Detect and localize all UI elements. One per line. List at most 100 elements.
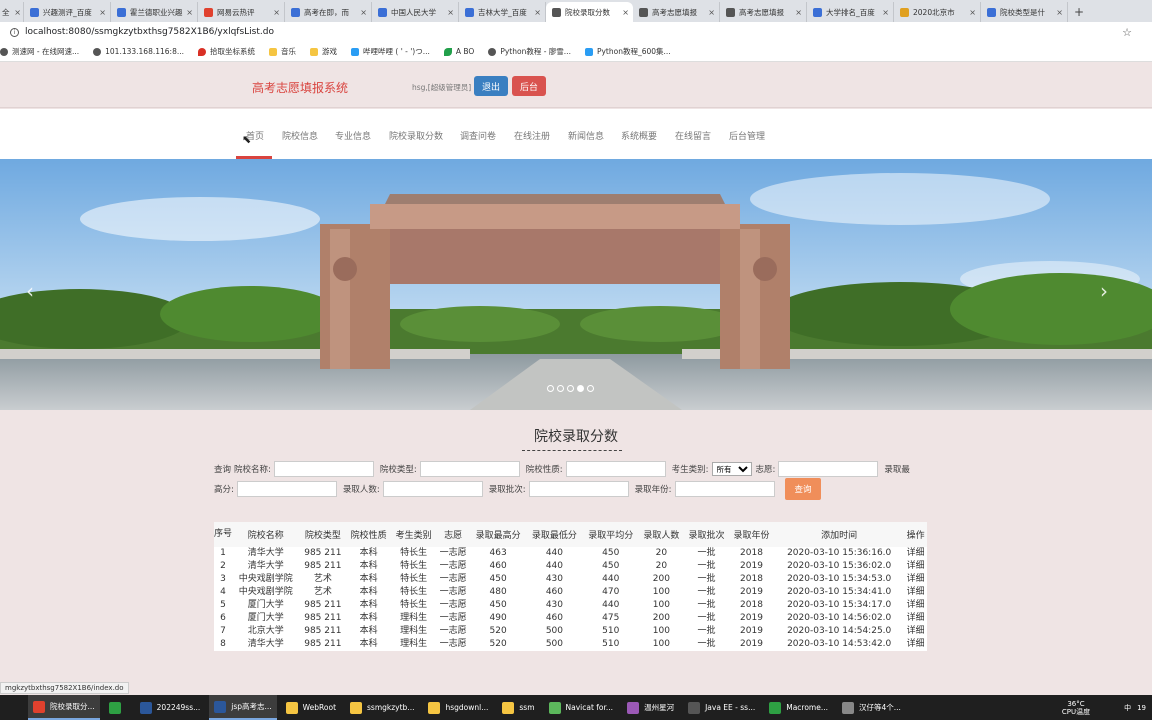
detail-link[interactable]: 详细 bbox=[904, 599, 927, 612]
tab-close-icon[interactable]: × bbox=[708, 8, 715, 17]
search-button[interactable]: 查询 bbox=[785, 478, 821, 500]
carousel-prev-arrow-icon[interactable]: ‹ bbox=[26, 279, 34, 303]
bookmark-item[interactable]: Python教程_600集... bbox=[584, 46, 671, 57]
bookmark-item[interactable]: 101.133.168.116:8... bbox=[93, 47, 184, 56]
taskbar-app[interactable]: ssmgkzytb... bbox=[345, 695, 419, 720]
admission-count-input[interactable] bbox=[382, 481, 483, 497]
table-cell: 450 bbox=[602, 548, 620, 558]
bookmark-item[interactable]: A BO bbox=[443, 47, 474, 56]
school-name-input[interactable] bbox=[273, 461, 374, 477]
detail-link[interactable]: 详细 bbox=[904, 547, 927, 560]
bookmark-star-icon[interactable]: ☆ bbox=[1122, 26, 1132, 39]
nav-item-backend[interactable]: 后台管理 bbox=[729, 129, 765, 142]
student-type-select[interactable]: 所有 bbox=[711, 462, 752, 476]
carousel-dot[interactable] bbox=[547, 385, 554, 392]
carousel-dot[interactable] bbox=[577, 385, 584, 392]
browser-tab[interactable]: 吉林大学_百度 × bbox=[459, 2, 546, 22]
nav-item-overview[interactable]: 系统概要 bbox=[621, 129, 657, 142]
input-language[interactable]: 中 bbox=[1124, 703, 1131, 713]
detail-link[interactable]: 详细 bbox=[904, 625, 927, 638]
info-icon[interactable]: i bbox=[10, 27, 19, 37]
admin-button[interactable]: 后台 bbox=[512, 76, 546, 96]
max-score-input[interactable] bbox=[236, 481, 337, 497]
nav-item-survey[interactable]: 调查问卷 bbox=[460, 129, 496, 142]
wish-input[interactable] bbox=[778, 461, 879, 477]
detail-link[interactable]: 详细 bbox=[904, 612, 927, 625]
nav-item-messages[interactable]: 在线留言 bbox=[675, 129, 711, 142]
clock[interactable]: 19 bbox=[1137, 704, 1146, 712]
taskbar-app[interactable]: Java EE - ss... bbox=[683, 695, 760, 720]
browser-tab[interactable]: 全 × bbox=[0, 2, 24, 22]
tab-close-icon[interactable]: × bbox=[447, 8, 454, 17]
tab-close-icon[interactable]: × bbox=[795, 8, 802, 17]
carousel-next-arrow-icon[interactable]: › bbox=[1100, 279, 1108, 303]
tab-close-icon[interactable]: × bbox=[360, 8, 367, 17]
tab-favicon-icon bbox=[552, 7, 561, 17]
tab-close-icon[interactable]: × bbox=[273, 8, 280, 17]
year-input[interactable] bbox=[674, 481, 775, 497]
carousel-dot[interactable] bbox=[557, 385, 564, 392]
browser-tab[interactable]: 2020北京市 × bbox=[894, 2, 981, 22]
detail-link[interactable]: 详细 bbox=[904, 638, 927, 651]
taskbar-app[interactable]: ssm bbox=[497, 695, 539, 720]
bookmark-item[interactable]: 游戏 bbox=[310, 46, 337, 57]
nav-item-schools[interactable]: 院校信息 bbox=[282, 129, 318, 142]
carousel-dot[interactable] bbox=[587, 385, 594, 392]
browser-tab[interactable]: 院校类型是什 × bbox=[981, 2, 1068, 22]
school-nature-input[interactable] bbox=[565, 461, 666, 477]
bookmark-item[interactable]: 拾取坐标系统 bbox=[198, 46, 255, 57]
tab-close-icon[interactable]: × bbox=[14, 8, 21, 17]
globe-icon bbox=[0, 47, 8, 56]
tab-favicon-icon bbox=[204, 7, 213, 17]
bookmark-item[interactable]: Python教程 - 廖雪... bbox=[488, 46, 571, 57]
taskbar-app-label: jsp高考志... bbox=[231, 702, 272, 711]
tab-close-icon[interactable]: × bbox=[622, 8, 629, 17]
taskbar-app[interactable]: Macrome... bbox=[764, 695, 833, 720]
browser-tab[interactable]: 高考在即，而 × bbox=[285, 2, 372, 22]
taskbar-app[interactable]: hsgdownl... bbox=[423, 695, 493, 720]
nav-item-majors[interactable]: 专业信息 bbox=[335, 129, 371, 142]
address-bar[interactable]: i localhost:8080/ssmgkzytbxthsg7582X1B6/… bbox=[0, 22, 1152, 42]
nav-item-register[interactable]: 在线注册 bbox=[514, 129, 550, 142]
bookmark-item[interactable]: 音乐 bbox=[269, 46, 296, 57]
browser-tab[interactable]: 高考志愿填报 × bbox=[633, 2, 720, 22]
table-cell: 艺术 bbox=[313, 587, 332, 597]
nav-item-admission-scores[interactable]: 院校录取分数 bbox=[389, 129, 443, 142]
taskbar-app[interactable]: 院校录取分... bbox=[28, 695, 100, 720]
browser-tab[interactable]: 高考志愿填报 × bbox=[720, 2, 807, 22]
tab-close-icon[interactable]: × bbox=[1056, 8, 1063, 17]
browser-tab[interactable]: 院校录取分数 × bbox=[546, 2, 633, 22]
detail-link[interactable]: 详细 bbox=[904, 586, 927, 599]
new-tab-button[interactable]: + bbox=[1068, 2, 1090, 22]
app-icon bbox=[33, 700, 45, 713]
taskbar-app[interactable]: 汉仔等4个... bbox=[837, 695, 906, 720]
taskbar-app[interactable]: 温州星河 bbox=[622, 695, 679, 720]
tab-close-icon[interactable]: × bbox=[969, 8, 976, 17]
taskbar-app[interactable]: 202249ss... bbox=[135, 695, 206, 720]
bookmark-item[interactable]: 测速网 - 在线网速... bbox=[0, 46, 79, 57]
bookmark-item[interactable]: 哔哩哔哩 ( ' - ')つ... bbox=[351, 46, 430, 57]
tab-close-icon[interactable]: × bbox=[534, 8, 541, 17]
logout-button[interactable]: 退出 bbox=[474, 76, 508, 96]
taskbar-app[interactable] bbox=[104, 695, 131, 720]
nav-item-news[interactable]: 新闻信息 bbox=[568, 129, 604, 142]
tab-close-icon[interactable]: × bbox=[99, 8, 106, 17]
browser-tab[interactable]: 霍兰德职业兴趣 × bbox=[111, 2, 198, 22]
detail-link[interactable]: 详细 bbox=[904, 573, 927, 586]
batch-input[interactable] bbox=[528, 481, 629, 497]
url-text[interactable]: localhost:8080/ssmgkzytbxthsg7582X1B6/yx… bbox=[25, 27, 274, 37]
site-title[interactable]: 高考志愿填报系统 bbox=[252, 79, 348, 96]
browser-tab[interactable]: 大学排名_百度 × bbox=[807, 2, 894, 22]
detail-link[interactable]: 详细 bbox=[904, 560, 927, 573]
carousel-dot[interactable] bbox=[567, 385, 574, 392]
tab-close-icon[interactable]: × bbox=[186, 8, 193, 17]
browser-tab[interactable]: 网易云热评 × bbox=[198, 2, 285, 22]
browser-tab[interactable]: 兴趣测评_百度 × bbox=[24, 2, 111, 22]
browser-tab[interactable]: 中国人民大学 × bbox=[372, 2, 459, 22]
table-cell: 440 bbox=[545, 561, 564, 571]
taskbar-app[interactable]: jsp高考志... bbox=[209, 695, 277, 720]
taskbar-app[interactable]: WebRoot bbox=[281, 695, 341, 720]
taskbar-app[interactable]: Navicat for... bbox=[544, 695, 619, 720]
school-type-input[interactable] bbox=[419, 461, 520, 477]
tab-close-icon[interactable]: × bbox=[882, 8, 889, 17]
